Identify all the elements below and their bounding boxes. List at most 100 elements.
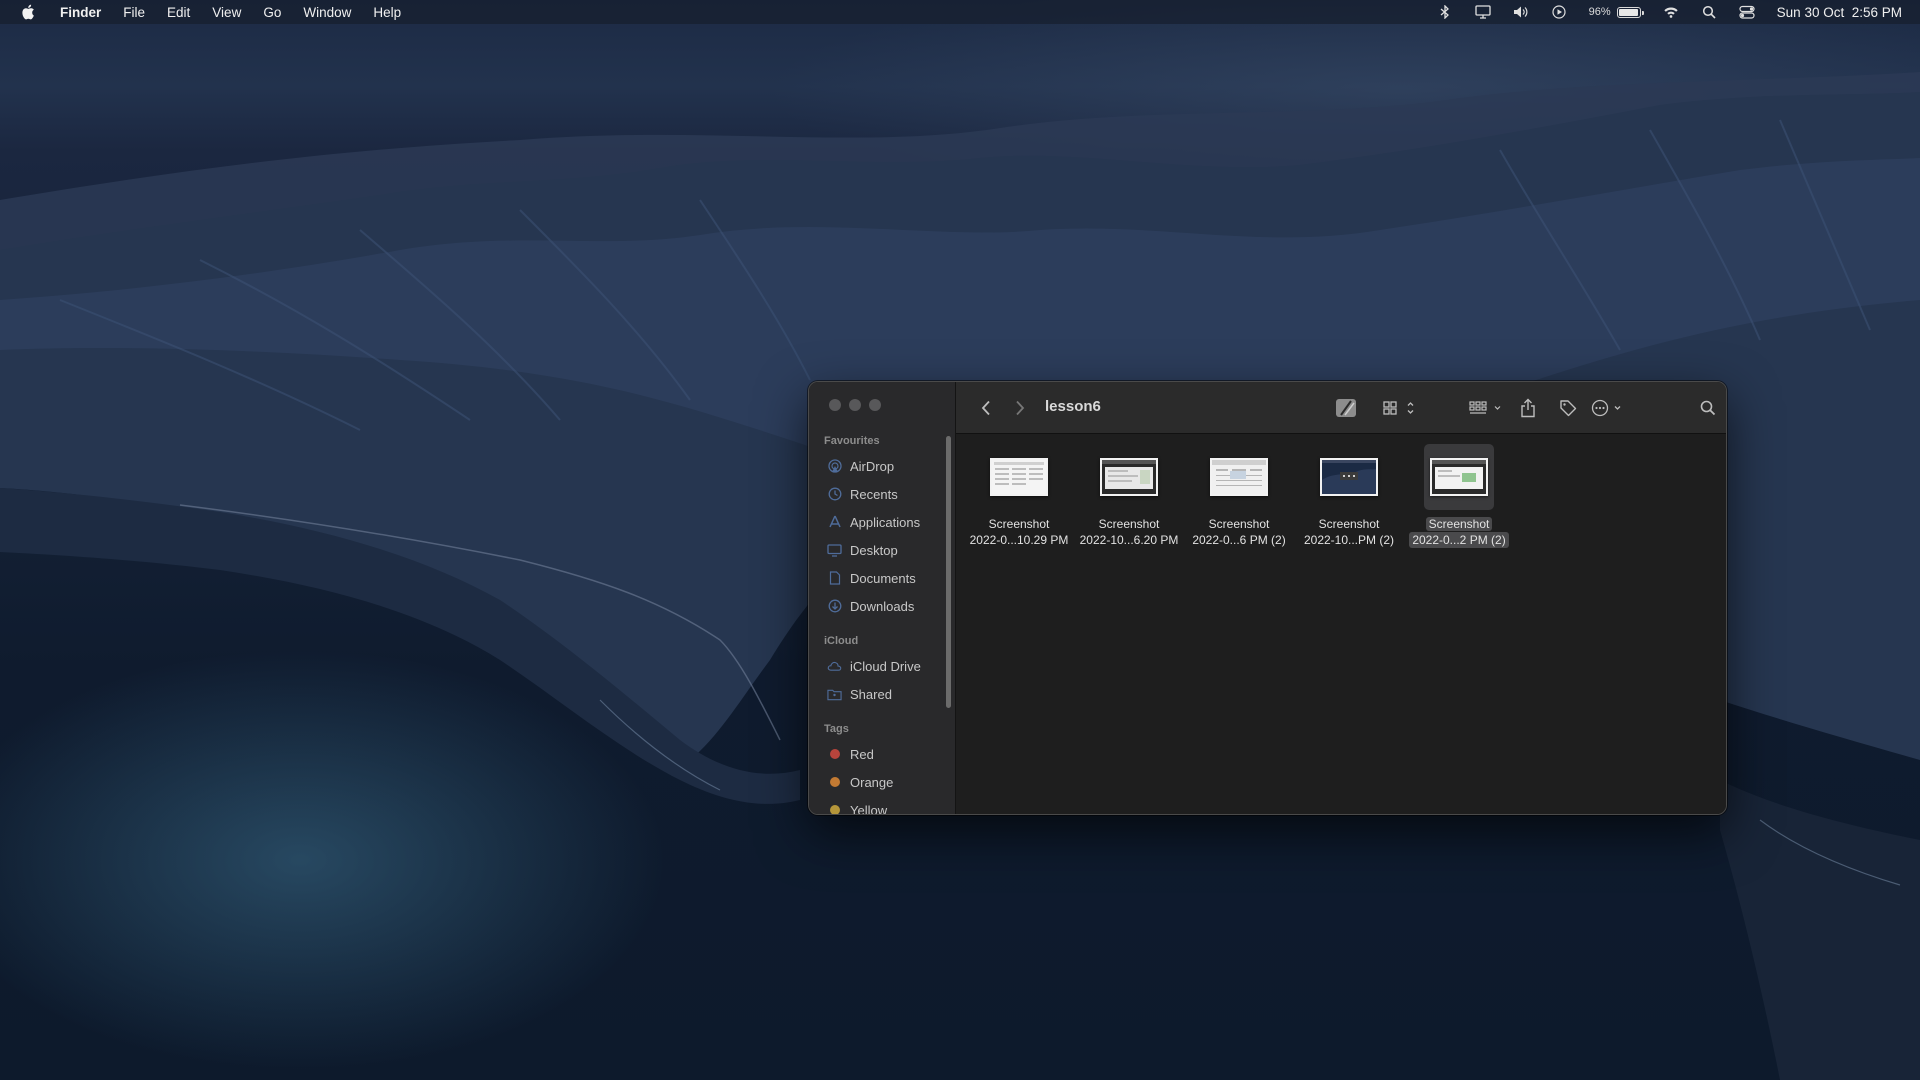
file-name-line1: Screenshot xyxy=(988,517,1050,531)
share-button[interactable] xyxy=(1518,398,1538,418)
forward-button[interactable] xyxy=(1012,398,1028,418)
tag-red-dot-icon xyxy=(829,749,840,759)
sidebar-item-label: Yellow xyxy=(850,802,888,815)
sidebar-item-applications[interactable]: Applications xyxy=(827,512,920,532)
battery-icon xyxy=(1616,6,1644,18)
sidebar-item-documents[interactable]: Documents xyxy=(827,568,916,588)
tag-button[interactable] xyxy=(1558,398,1578,418)
sidebar-item-desktop[interactable]: Desktop xyxy=(827,540,898,560)
tag-yellow-dot-icon xyxy=(829,805,840,814)
shared-folder-icon xyxy=(827,687,842,702)
menu-go[interactable]: Go xyxy=(263,5,281,20)
file-name-line1: Screenshot xyxy=(1098,517,1160,531)
screenshot-thumbnail-icon xyxy=(1210,458,1268,496)
file-item[interactable]: Screenshot 2022-0...6 PM (2) xyxy=(1185,444,1293,548)
applications-icon xyxy=(827,515,842,530)
battery-percent: 96% xyxy=(1588,6,1611,18)
sidebar-item-icloud-drive[interactable]: iCloud Drive xyxy=(827,656,921,676)
airdrop-icon xyxy=(827,459,842,474)
sidebar-scrollbar[interactable] xyxy=(946,436,951,708)
file-name-line1: Screenshot xyxy=(1425,517,1493,531)
menu-edit[interactable]: Edit xyxy=(167,5,190,20)
file-thumbnail xyxy=(1314,444,1384,510)
file-name-line2: 2022-0...10.29 PM xyxy=(969,533,1069,547)
file-thumbnail xyxy=(1204,444,1274,510)
sidebar-item-label: Recents xyxy=(850,486,898,502)
sidebar-item-label: Desktop xyxy=(850,542,898,558)
sidebar-item-label: Downloads xyxy=(850,598,915,614)
sidebar-item-airdrop[interactable]: AirDrop xyxy=(827,456,894,476)
sidebar-item-label: Orange xyxy=(850,774,894,790)
battery-indicator[interactable]: 96% xyxy=(1588,6,1644,18)
file-item-selected[interactable]: Screenshot 2022-0...2 PM (2) xyxy=(1405,444,1513,548)
finder-window: Favourites AirDrop Recents Applications … xyxy=(808,381,1727,815)
window-controls xyxy=(829,399,881,411)
zoom-window-button[interactable] xyxy=(869,399,881,411)
screenshot-thumbnail-icon xyxy=(1320,458,1378,496)
search-button[interactable] xyxy=(1698,398,1718,418)
sidebar-item-recents[interactable]: Recents xyxy=(827,484,898,504)
sidebar-item-tag-yellow[interactable]: Yellow xyxy=(827,800,888,815)
minimize-window-button[interactable] xyxy=(849,399,861,411)
file-name-line2: 2022-10...6.20 PM xyxy=(1079,533,1179,547)
sidebar-item-downloads[interactable]: Downloads xyxy=(827,596,914,616)
wifi-icon[interactable] xyxy=(1663,4,1679,20)
back-button[interactable] xyxy=(978,398,994,418)
file-name-line2: 2022-0...2 PM (2) xyxy=(1409,532,1509,548)
sidebar-item-shared[interactable]: Shared xyxy=(827,684,892,704)
file-thumbnail xyxy=(1094,444,1164,510)
clock-icon xyxy=(827,487,842,502)
sidebar-item-tag-orange[interactable]: Orange xyxy=(827,772,893,792)
folder-icon-preview-icon xyxy=(1334,398,1358,418)
window-title: lesson6 xyxy=(1045,398,1101,415)
menu-file[interactable]: File xyxy=(123,5,145,20)
file-name-line2: 2022-0...6 PM (2) xyxy=(1192,533,1286,547)
screenshot-thumbnail-icon xyxy=(1430,458,1488,496)
file-name-line1: Screenshot xyxy=(1208,517,1270,531)
tag-orange-dot-icon xyxy=(829,777,840,787)
sidebar-item-label: Shared xyxy=(850,686,892,702)
file-thumbnail xyxy=(984,444,1054,510)
menubar-clock[interactable]: Sun 30 Oct 2:56 PM xyxy=(1777,5,1902,20)
menu-help[interactable]: Help xyxy=(373,5,401,20)
sidebar-section-favourites: Favourites xyxy=(824,435,880,447)
sidebar-item-label: Applications xyxy=(850,514,921,530)
menu-window[interactable]: Window xyxy=(303,5,351,20)
sidebar-item-label: Red xyxy=(850,746,874,762)
spotlight-icon[interactable] xyxy=(1701,4,1717,20)
cloud-icon xyxy=(827,659,842,674)
sidebar-section-icloud: iCloud xyxy=(824,635,859,647)
sidebar-item-label: Documents xyxy=(850,570,916,586)
close-window-button[interactable] xyxy=(829,399,841,411)
file-thumbnail xyxy=(1424,444,1494,510)
file-name-line2: 2022-10...PM (2) xyxy=(1303,533,1395,547)
finder-content: lesson6 Screenshot 2022-0...10.29 PM Scr… xyxy=(956,382,1726,814)
menu-app-name[interactable]: Finder xyxy=(60,5,101,20)
bluetooth-icon[interactable] xyxy=(1437,4,1453,20)
finder-sidebar: Favourites AirDrop Recents Applications … xyxy=(809,382,956,814)
screenshot-thumbnail-icon xyxy=(990,458,1048,496)
menu-view[interactable]: View xyxy=(212,5,241,20)
desktop-icon xyxy=(827,543,842,558)
menu-bar: Finder File Edit View Go Window Help 96% xyxy=(0,0,1920,24)
apple-menu-icon[interactable] xyxy=(16,0,40,24)
download-icon xyxy=(827,599,842,614)
screenshot-thumbnail-icon xyxy=(1100,458,1158,496)
sidebar-item-label: iCloud Drive xyxy=(850,658,921,674)
view-mode-button[interactable] xyxy=(1382,398,1418,418)
sidebar-section-tags: Tags xyxy=(824,723,849,735)
control-center-icon[interactable] xyxy=(1739,4,1755,20)
volume-icon[interactable] xyxy=(1513,4,1529,20)
display-icon[interactable] xyxy=(1474,4,1491,20)
sidebar-item-tag-red[interactable]: Red xyxy=(827,744,874,764)
file-item[interactable]: Screenshot 2022-10...6.20 PM xyxy=(1075,444,1183,548)
sidebar-item-label: AirDrop xyxy=(850,458,895,474)
file-item[interactable]: Screenshot 2022-10...PM (2) xyxy=(1295,444,1403,548)
group-by-button[interactable] xyxy=(1468,398,1504,418)
finder-toolbar: lesson6 xyxy=(956,382,1726,434)
file-item[interactable]: Screenshot 2022-0...10.29 PM xyxy=(965,444,1073,548)
more-actions-button[interactable] xyxy=(1590,398,1630,418)
file-name-line1: Screenshot xyxy=(1318,517,1380,531)
play-icon[interactable] xyxy=(1551,4,1567,20)
document-icon xyxy=(827,571,842,586)
